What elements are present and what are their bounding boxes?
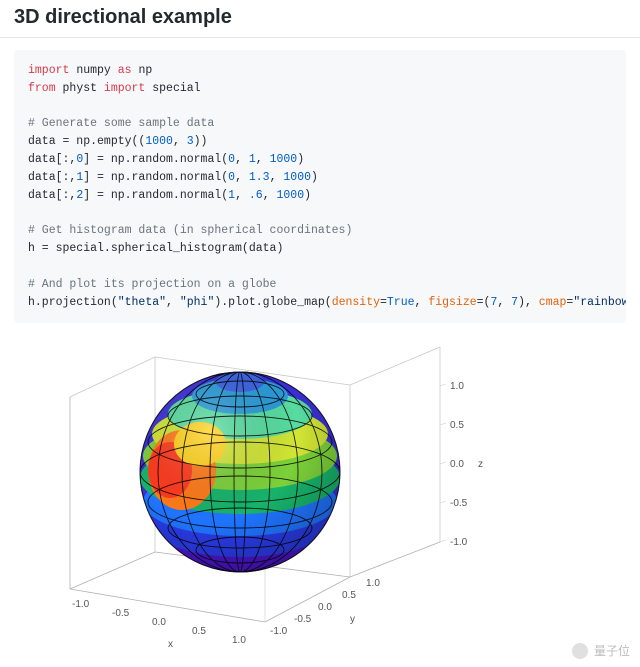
z-ticks — [440, 384, 446, 542]
z-tick-labels: 1.0 0.5 0.0 -0.5 -1.0 z — [450, 381, 483, 548]
svg-text:-0.5: -0.5 — [112, 608, 130, 619]
svg-text:-1.0: -1.0 — [450, 537, 468, 548]
svg-text:0.5: 0.5 — [192, 626, 206, 637]
svg-text:0.5: 0.5 — [342, 590, 356, 601]
svg-text:0.5: 0.5 — [450, 420, 464, 431]
code-block: import numpy as np from physt import spe… — [14, 50, 626, 323]
svg-text:1.0: 1.0 — [366, 578, 380, 589]
svg-text:0.0: 0.0 — [450, 459, 464, 470]
svg-text:1.0: 1.0 — [232, 635, 246, 646]
x-tick-labels: -1.0 -0.5 0.0 0.5 1.0 x — [72, 599, 246, 650]
watermark: 量子位 — [572, 642, 630, 659]
svg-text:-1.0: -1.0 — [270, 626, 288, 637]
z-axis-label: z — [478, 459, 483, 470]
svg-text:1.0: 1.0 — [450, 381, 464, 392]
plot-globe-map: 1.0 0.5 0.0 -0.5 -1.0 z -1.0 -0.5 0.0 0.… — [0, 337, 640, 667]
svg-text:0.0: 0.0 — [152, 617, 166, 628]
svg-text:-0.5: -0.5 — [450, 498, 468, 509]
svg-text:-1.0: -1.0 — [72, 599, 90, 610]
sphere — [140, 372, 340, 572]
plot-svg: 1.0 0.5 0.0 -0.5 -1.0 z -1.0 -0.5 0.0 0.… — [50, 327, 540, 657]
svg-text:0.0: 0.0 — [318, 602, 332, 613]
x-axis-label: x — [168, 639, 173, 650]
section-heading: 3D directional example — [0, 0, 640, 38]
kw-import: import — [28, 64, 69, 77]
watermark-logo-icon — [572, 643, 588, 659]
y-tick-labels: -1.0 -0.5 0.0 0.5 1.0 y — [270, 578, 380, 637]
comment: # Generate some sample data — [28, 117, 214, 130]
watermark-text: 量子位 — [594, 642, 630, 659]
